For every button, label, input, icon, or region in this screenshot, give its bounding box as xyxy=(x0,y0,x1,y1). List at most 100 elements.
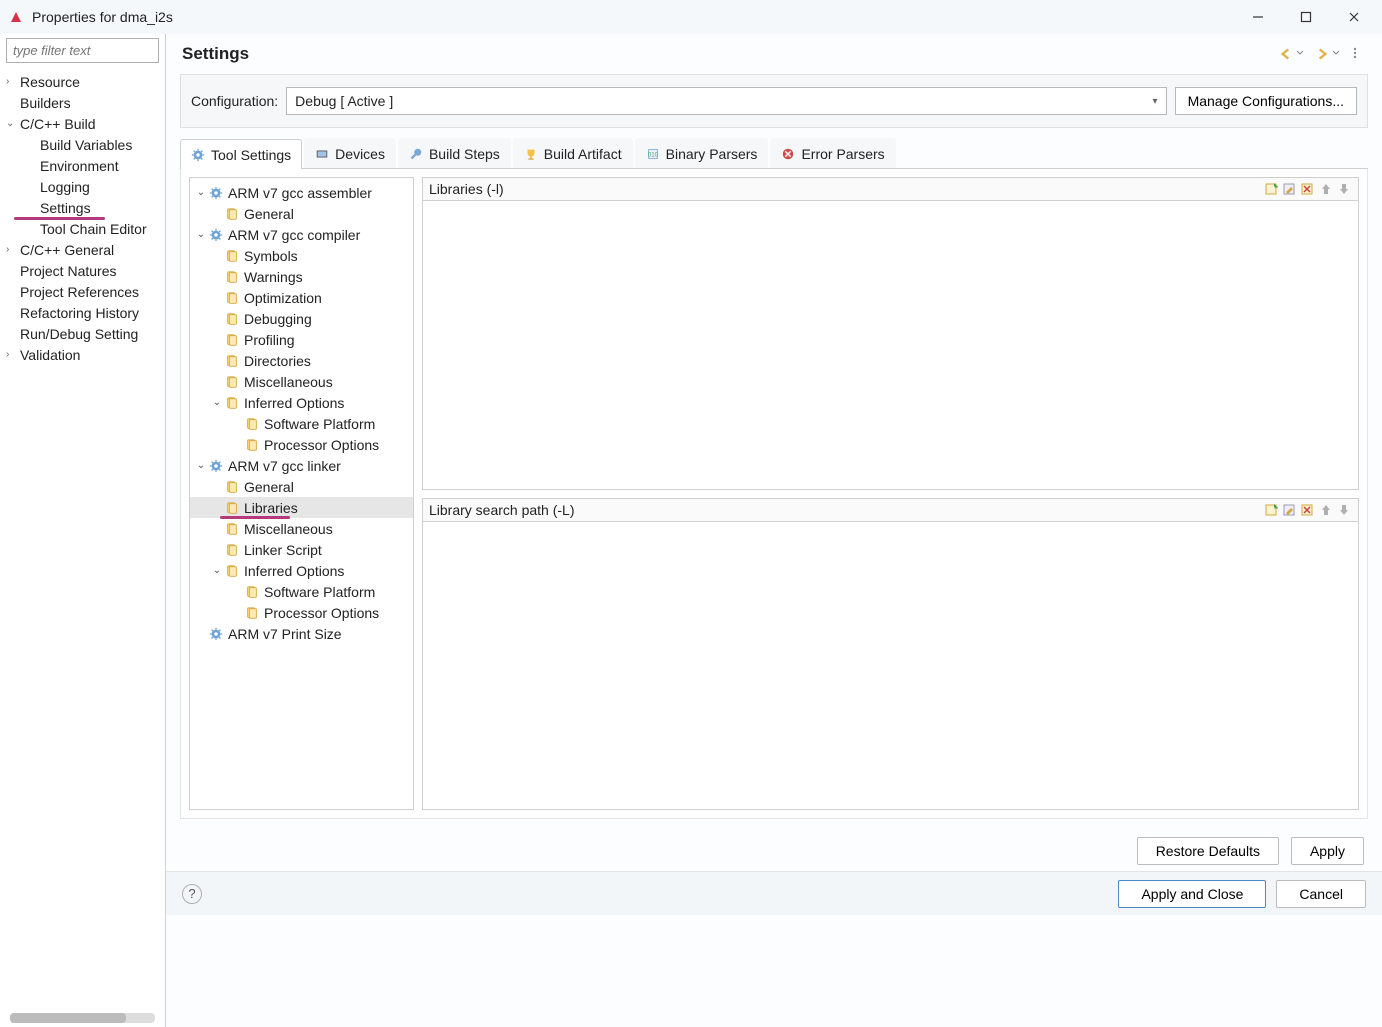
apply-button[interactable]: Apply xyxy=(1291,837,1364,865)
tab[interactable]: Tool Settings xyxy=(180,139,302,169)
menu-dots-icon[interactable] xyxy=(1350,46,1366,62)
nav-item[interactable]: Run/Debug Setting xyxy=(0,323,165,344)
libraries-list[interactable] xyxy=(422,201,1359,490)
nav-item[interactable]: Refactoring History xyxy=(0,302,165,323)
nav-back-icon[interactable] xyxy=(1278,46,1294,62)
tool-tree-item[interactable]: Processor Options xyxy=(190,602,413,623)
gear-icon xyxy=(208,459,224,473)
nav-item-label: Settings xyxy=(40,200,91,216)
nav-item-label: C/C++ Build xyxy=(20,116,95,132)
apply-close-button[interactable]: Apply and Close xyxy=(1118,880,1266,908)
tool-tree-item[interactable]: Symbols xyxy=(190,245,413,266)
sidebar-scrollbar[interactable] xyxy=(10,1013,155,1023)
manage-config-button[interactable]: Manage Configurations... xyxy=(1175,87,1357,115)
cancel-button[interactable]: Cancel xyxy=(1276,880,1366,908)
move-up-icon[interactable] xyxy=(1318,181,1334,197)
page-icon xyxy=(224,207,240,221)
delete-icon[interactable] xyxy=(1300,181,1316,197)
tool-tree-item[interactable]: General xyxy=(190,203,413,224)
tool-tree-item[interactable]: Linker Script xyxy=(190,539,413,560)
minimize-button[interactable] xyxy=(1238,3,1278,31)
edit-icon[interactable] xyxy=(1282,181,1298,197)
nav-item[interactable]: ›C/C++ General xyxy=(0,239,165,260)
tool-tree-item[interactable]: Miscellaneous xyxy=(190,518,413,539)
nav-item[interactable]: ›Resource xyxy=(0,71,165,92)
tool-tree-label: Optimization xyxy=(244,290,322,306)
tool-tree-item[interactable]: ARM v7 Print Size xyxy=(190,623,413,644)
nav-item[interactable]: ⌄C/C++ Build xyxy=(0,113,165,134)
tool-tree-label: ARM v7 gcc assembler xyxy=(228,185,372,201)
nav-item[interactable]: ›Validation xyxy=(0,344,165,365)
tab-label: Error Parsers xyxy=(801,146,884,162)
tool-tree-item[interactable]: Libraries xyxy=(190,497,413,518)
tool-tree-item[interactable]: Directories xyxy=(190,350,413,371)
help-icon[interactable]: ? xyxy=(182,884,202,904)
panels: Libraries (-l) Library search path (-L) xyxy=(422,177,1359,810)
chevron-down-icon: ⌄ xyxy=(210,397,224,408)
restore-defaults-button[interactable]: Restore Defaults xyxy=(1137,837,1279,865)
nav-item[interactable]: Project References xyxy=(0,281,165,302)
tool-tree-label: General xyxy=(244,206,294,222)
tool-tree-item[interactable]: ⌄ Inferred Options xyxy=(190,392,413,413)
library-path-list[interactable] xyxy=(422,522,1359,811)
page-icon xyxy=(224,354,240,368)
tool-tree-item[interactable]: Debugging xyxy=(190,308,413,329)
nav-item[interactable]: Project Natures xyxy=(0,260,165,281)
tool-tree-item[interactable]: Processor Options xyxy=(190,434,413,455)
tab[interactable]: Build Steps xyxy=(398,138,511,168)
libraries-panel: Libraries (-l) xyxy=(422,177,1359,490)
tab[interactable]: Error Parsers xyxy=(770,138,895,168)
move-up-icon[interactable] xyxy=(1318,502,1334,518)
tab[interactable]: Devices xyxy=(304,138,396,168)
config-select[interactable]: Debug [ Active ] ▾ xyxy=(286,87,1166,115)
tool-tree-item[interactable]: Optimization xyxy=(190,287,413,308)
close-button[interactable] xyxy=(1334,3,1374,31)
tab[interactable]: Binary Parsers xyxy=(635,138,769,168)
tool-tree-item[interactable]: Profiling xyxy=(190,329,413,350)
add-icon[interactable] xyxy=(1264,502,1280,518)
nav-item[interactable]: Environment xyxy=(0,155,165,176)
tool-tree-item[interactable]: Miscellaneous xyxy=(190,371,413,392)
maximize-button[interactable] xyxy=(1286,3,1326,31)
nav-tree: ›ResourceBuilders⌄C/C++ BuildBuild Varia… xyxy=(0,69,165,1013)
chevron-right-icon: › xyxy=(6,244,20,255)
tab-icon xyxy=(524,147,538,161)
tool-tree-item[interactable]: Software Platform xyxy=(190,581,413,602)
tool-tree-item[interactable]: ⌄ARM v7 gcc linker xyxy=(190,455,413,476)
tool-tree-item[interactable]: Warnings xyxy=(190,266,413,287)
nav-item-label: Project References xyxy=(20,284,139,300)
tool-tree-item[interactable]: ⌄ARM v7 gcc assembler xyxy=(190,182,413,203)
nav-item[interactable]: Settings xyxy=(0,197,165,218)
nav-item[interactable]: Tool Chain Editor xyxy=(0,218,165,239)
tool-tree-item[interactable]: General xyxy=(190,476,413,497)
tool-tree-item[interactable]: ⌄Inferred Options xyxy=(190,560,413,581)
footer: ? Apply and Close Cancel xyxy=(166,871,1382,915)
nav-item-label: Validation xyxy=(20,347,80,363)
nav-fwd-icon[interactable] xyxy=(1314,46,1330,62)
nav-item[interactable]: Build Variables xyxy=(0,134,165,155)
page-icon xyxy=(224,543,240,557)
tab-label: Devices xyxy=(335,146,385,162)
nav-item[interactable]: Builders xyxy=(0,92,165,113)
filter-input[interactable] xyxy=(6,38,159,63)
page-icon xyxy=(244,438,260,452)
tool-tree-label: Inferred Options xyxy=(244,395,344,411)
content-area: Settings Configuration: Debug [ Active ]… xyxy=(166,34,1382,1027)
tab-label: Build Steps xyxy=(429,146,500,162)
tool-tree-label: Miscellaneous xyxy=(244,374,333,390)
chevron-down-icon[interactable] xyxy=(1296,46,1312,62)
tab-icon xyxy=(315,147,329,161)
chevron-down-icon: ⌄ xyxy=(6,118,20,129)
tool-tree-label: General xyxy=(244,479,294,495)
tool-tree-item[interactable]: Software Platform xyxy=(190,413,413,434)
edit-icon[interactable] xyxy=(1282,502,1298,518)
delete-icon[interactable] xyxy=(1300,502,1316,518)
nav-item[interactable]: Logging xyxy=(0,176,165,197)
move-down-icon[interactable] xyxy=(1336,502,1352,518)
tab[interactable]: Build Artifact xyxy=(513,138,633,168)
move-down-icon[interactable] xyxy=(1336,181,1352,197)
page-icon xyxy=(224,291,240,305)
chevron-down-icon[interactable] xyxy=(1332,46,1348,62)
tool-tree-item[interactable]: ⌄ARM v7 gcc compiler xyxy=(190,224,413,245)
add-icon[interactable] xyxy=(1264,181,1280,197)
